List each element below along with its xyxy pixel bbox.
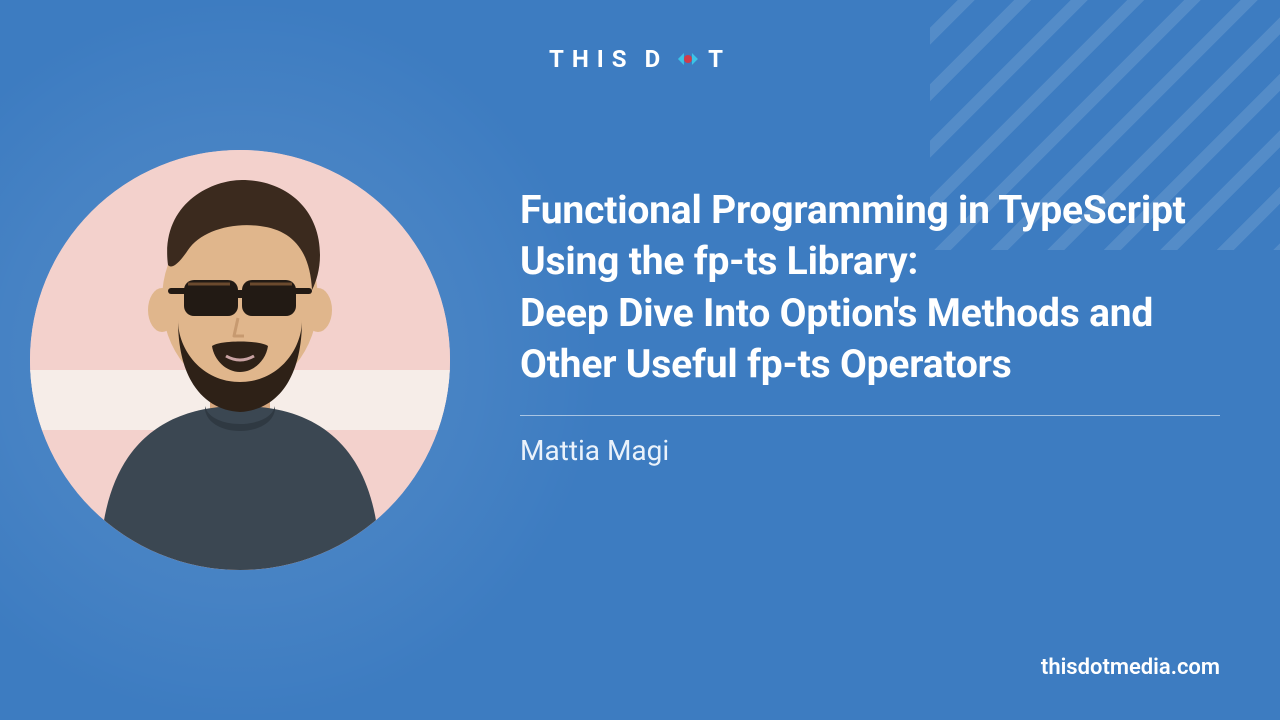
brand-text-d: D	[645, 45, 669, 73]
content-block: Functional Programming in TypeScript Usi…	[520, 185, 1220, 467]
article-title: Functional Programming in TypeScript Usi…	[520, 185, 1220, 391]
author-avatar	[30, 150, 450, 570]
website-label: thisdotmedia.com	[1041, 655, 1220, 680]
brand-text-this: THIS	[549, 45, 635, 73]
dot-icon	[674, 45, 702, 73]
brand-logo: THIS D T	[549, 45, 731, 73]
brand-text-t: T	[708, 45, 731, 73]
avatar-illustration	[30, 150, 450, 570]
title-divider	[520, 415, 1220, 416]
author-name: Mattia Magi	[520, 434, 1220, 467]
